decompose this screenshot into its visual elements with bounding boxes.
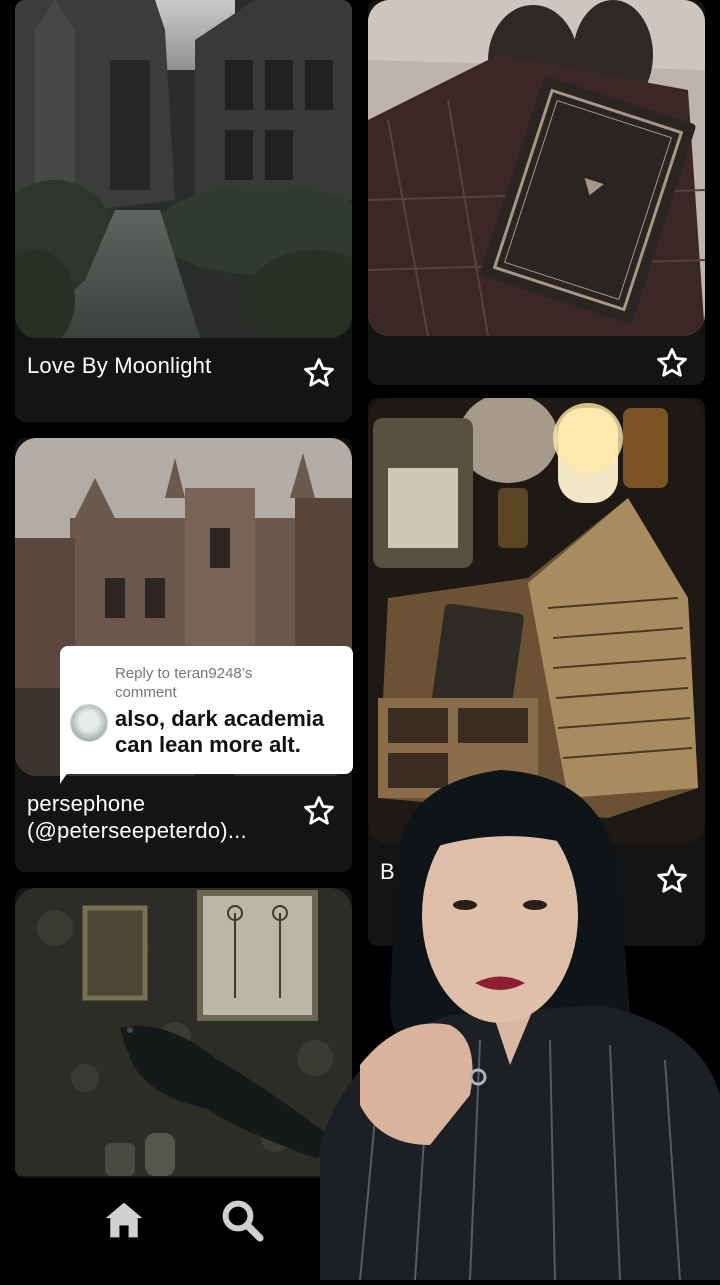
book-on-plaid-skirt-photo[interactable] bbox=[368, 0, 705, 336]
card-raven[interactable] bbox=[15, 888, 352, 1178]
avatar bbox=[70, 704, 108, 742]
card-book[interactable] bbox=[368, 0, 705, 385]
presenter-video-overlay bbox=[320, 765, 720, 1281]
card-love-by-moonlight[interactable]: Love By Moonlight bbox=[15, 0, 352, 422]
star-icon[interactable] bbox=[302, 356, 336, 390]
reply-comment-text: also, dark academia can lean more alt. bbox=[115, 706, 325, 757]
card-title: persephone (@peterseepeterdo)... bbox=[27, 791, 247, 843]
reply-header: Reply to teran9248’s comment bbox=[115, 665, 253, 701]
search-icon[interactable] bbox=[218, 1196, 266, 1244]
comment-reply-bubble[interactable]: Reply to teran9248’s comment also, dark … bbox=[60, 646, 353, 774]
bottom-nav-bar bbox=[0, 1180, 340, 1280]
gothic-garden-path-photo[interactable] bbox=[15, 0, 352, 338]
home-icon[interactable] bbox=[102, 1198, 146, 1242]
raven-and-anatomy-frames-photo[interactable] bbox=[15, 888, 352, 1176]
star-icon[interactable] bbox=[655, 346, 689, 380]
card-title: Love By Moonlight bbox=[27, 353, 212, 378]
